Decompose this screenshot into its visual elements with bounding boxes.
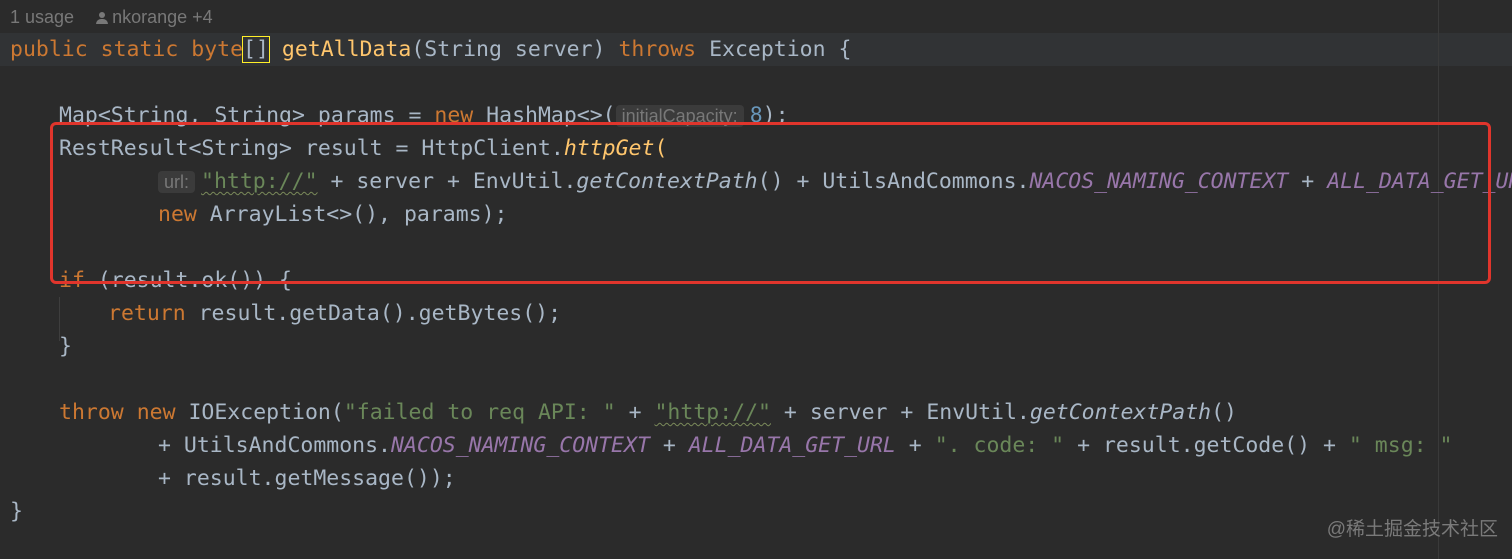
code-line-restresult[interactable]: RestResult<String> result = HttpClient.h… <box>59 132 667 165</box>
method-name: getAllData <box>281 37 412 62</box>
keyword-static: static <box>100 37 179 62</box>
code-line-arraylist[interactable]: new ArrayList<>(), params); <box>158 198 508 231</box>
get-context-path: getContextPath <box>1029 400 1212 425</box>
if-condition: (result.ok()) { <box>84 268 292 293</box>
final-brace: } <box>10 499 23 524</box>
code-line-url-arg[interactable]: url: "http://" + server + EnvUtil.getCont… <box>158 165 1512 198</box>
restresult-declaration: RestResult<String> result = HttpClient. <box>59 136 564 161</box>
call-plus-utils: () + UtilsAndCommons. <box>757 169 1030 194</box>
plus-op: + <box>649 433 689 458</box>
code-line-map[interactable]: Map<String, String> params = new HashMap… <box>59 99 789 132</box>
throw-tail: () <box>1211 400 1237 425</box>
keyword-return: return <box>108 301 186 326</box>
close-brace: } <box>59 334 72 359</box>
initial-capacity-hint: initialCapacity: <box>615 105 744 127</box>
http-string: "http://" <box>654 400 771 425</box>
keyword-throw: throw <box>59 400 124 425</box>
exception-type: Exception { <box>709 37 852 62</box>
code-line-throw[interactable]: throw new IOException("failed to req API… <box>59 396 1237 429</box>
open-paren: ( <box>654 136 668 161</box>
http-string: "http://" <box>201 169 318 194</box>
capacity-value: 8 <box>749 103 763 128</box>
code-line-throw-cont1[interactable]: + UtilsAndCommons.NACOS_NAMING_CONTEXT +… <box>158 429 1452 462</box>
msg-string: " msg: " <box>1348 433 1453 458</box>
user-icon <box>96 12 109 24</box>
get-context-path: getContextPath <box>576 169 758 194</box>
all-data-get-url: ALL_DATA_GET_URL <box>1327 169 1512 194</box>
method-params: (String server) <box>411 37 606 62</box>
code-line-close-if[interactable]: } <box>59 330 72 363</box>
throw-mid: + server + EnvUtil. <box>770 400 1030 425</box>
plus-op: + <box>895 433 935 458</box>
get-message-call: + result.getMessage()); <box>158 466 456 491</box>
return-expression: result.getData().getBytes(); <box>185 301 562 326</box>
plus-server: + server + EnvUtil. <box>317 169 577 194</box>
type-byte: byte <box>191 37 244 62</box>
url-param-hint: url: <box>158 171 196 193</box>
array-brackets: [] <box>242 36 270 63</box>
httpget-method: httpGet <box>563 136 655 161</box>
nacos-naming-context: NACOS_NAMING_CONTEXT <box>391 433 650 458</box>
plus-op: + <box>1288 169 1328 194</box>
keyword-new: new <box>434 103 474 128</box>
right-margin-guide <box>1438 0 1439 559</box>
watermark: @稀土掘金技术社区 <box>1326 519 1498 540</box>
usages-hint[interactable]: 1 usage <box>10 7 74 27</box>
hashmap-ctor: HashMap<>( <box>473 103 616 128</box>
ioexception-ctor: IOException( <box>175 400 344 425</box>
code-line-return[interactable]: return result.getData().getBytes(); <box>108 297 561 330</box>
code-vision-hint[interactable]: 1 usage nkorange +4 <box>10 2 213 32</box>
map-declaration: Map<String, String> params = <box>59 103 435 128</box>
code-line-method-end[interactable]: } <box>10 495 23 528</box>
code-line-throw-cont2[interactable]: + result.getMessage()); <box>158 462 456 495</box>
keyword-throws: throws <box>618 37 697 62</box>
all-data-get-url: ALL_DATA_GET_URL <box>688 433 896 458</box>
code-string: ". code: " <box>934 433 1065 458</box>
nacos-naming-context: NACOS_NAMING_CONTEXT <box>1029 169 1289 194</box>
keyword-new: new <box>158 202 197 227</box>
keyword-new: new <box>136 400 176 425</box>
code-line-if[interactable]: if (result.ok()) { <box>59 264 292 297</box>
code-line-signature[interactable]: public static byte[] getAllData(String s… <box>10 33 851 66</box>
utils-prefix: + UtilsAndCommons. <box>158 433 391 458</box>
author-hint[interactable]: nkorange +4 <box>112 7 213 27</box>
plus-op: + <box>615 400 655 425</box>
get-code-call: + result.getCode() + <box>1064 433 1349 458</box>
arraylist-args: ArrayList<>(), params); <box>196 202 508 227</box>
keyword-if: if <box>59 268 85 293</box>
close-paren: ); <box>762 103 789 128</box>
keyword-public: public <box>10 37 88 62</box>
failed-string: "failed to req API: " <box>343 400 616 425</box>
